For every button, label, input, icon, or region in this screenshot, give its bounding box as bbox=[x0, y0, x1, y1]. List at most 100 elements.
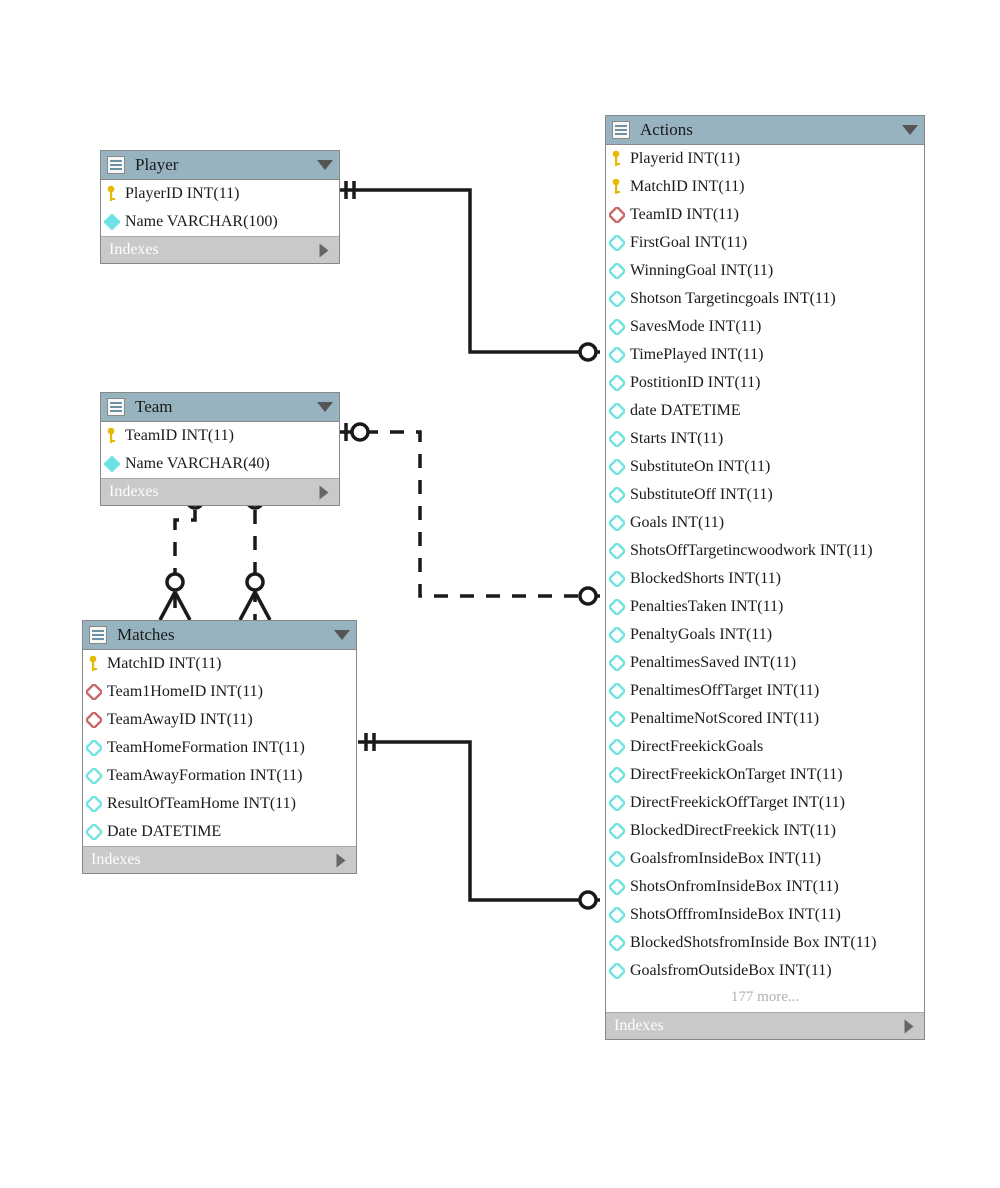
column-label: SubstituteOff INT(11) bbox=[630, 483, 773, 507]
column-row[interactable]: ResultOfTeamHome INT(11) bbox=[83, 790, 356, 818]
column-row[interactable]: Team1HomeID INT(11) bbox=[83, 678, 356, 706]
column-row[interactable]: FirstGoal INT(11) bbox=[606, 229, 924, 257]
chevron-down-icon[interactable] bbox=[317, 160, 333, 170]
column-row[interactable]: date DATETIME bbox=[606, 397, 924, 425]
chevron-down-icon[interactable] bbox=[334, 630, 350, 640]
column-row[interactable]: ShotsOffTargetincwoodwork INT(11) bbox=[606, 537, 924, 565]
column-row[interactable]: PenaltimeNotScored INT(11) bbox=[606, 705, 924, 733]
column-row[interactable]: BlockedShotsfromInside Box INT(11) bbox=[606, 929, 924, 957]
chevron-right-icon[interactable] bbox=[337, 853, 346, 867]
diamond-icon bbox=[608, 598, 626, 616]
diamond-icon bbox=[85, 711, 103, 729]
column-row[interactable]: BlockedShorts INT(11) bbox=[606, 565, 924, 593]
column-row[interactable]: PostitionID INT(11) bbox=[606, 369, 924, 397]
table-header[interactable]: Matches bbox=[83, 621, 356, 650]
column-label: PenaltiesTaken INT(11) bbox=[630, 595, 783, 619]
column-label: Name VARCHAR(40) bbox=[125, 452, 270, 476]
column-label: DirectFreekickOffTarget INT(11) bbox=[630, 791, 845, 815]
column-row[interactable]: BlockedDirectFreekick INT(11) bbox=[606, 817, 924, 845]
table-header[interactable]: Player bbox=[101, 151, 339, 180]
indexes-label: Indexes bbox=[109, 241, 159, 259]
column-label: TeamAwayFormation INT(11) bbox=[107, 764, 302, 788]
chevron-down-icon[interactable] bbox=[902, 125, 918, 135]
column-row[interactable]: PenaltimesSaved INT(11) bbox=[606, 649, 924, 677]
column-row[interactable]: DirectFreekickOffTarget INT(11) bbox=[606, 789, 924, 817]
diamond-icon bbox=[608, 794, 626, 812]
more-indicator: 177 more... bbox=[606, 985, 924, 1012]
indexes-section[interactable]: Indexes bbox=[83, 846, 356, 873]
column-label: SubstituteOn INT(11) bbox=[630, 455, 770, 479]
key-icon bbox=[103, 427, 121, 445]
column-row[interactable]: Name VARCHAR(40) bbox=[101, 450, 339, 478]
column-label: PostitionID INT(11) bbox=[630, 371, 761, 395]
column-row[interactable]: Date DATETIME bbox=[83, 818, 356, 846]
column-row[interactable]: TeamHomeFormation INT(11) bbox=[83, 734, 356, 762]
column-row[interactable]: TeamAwayID INT(11) bbox=[83, 706, 356, 734]
table-header[interactable]: Team bbox=[101, 393, 339, 422]
diamond-icon bbox=[608, 710, 626, 728]
indexes-label: Indexes bbox=[614, 1017, 664, 1035]
diamond-icon bbox=[608, 962, 626, 980]
diamond-icon bbox=[608, 514, 626, 532]
diamond-icon bbox=[608, 654, 626, 672]
column-label: PlayerID INT(11) bbox=[125, 182, 239, 206]
column-row[interactable]: DirectFreekickOnTarget INT(11) bbox=[606, 761, 924, 789]
column-label: MatchID INT(11) bbox=[107, 652, 221, 676]
column-label: TeamHomeFormation INT(11) bbox=[107, 736, 305, 760]
chevron-right-icon[interactable] bbox=[905, 1019, 914, 1033]
column-row[interactable]: TeamID INT(11) bbox=[606, 201, 924, 229]
column-row[interactable]: TeamAwayFormation INT(11) bbox=[83, 762, 356, 790]
column-row[interactable]: MatchID INT(11) bbox=[83, 650, 356, 678]
column-row[interactable]: ShotsOnfromInsideBox INT(11) bbox=[606, 873, 924, 901]
chevron-right-icon[interactable] bbox=[320, 243, 329, 257]
table-title: Player bbox=[131, 155, 178, 175]
diamond-icon bbox=[608, 374, 626, 392]
diamond-icon bbox=[85, 767, 103, 785]
diamond-icon bbox=[608, 626, 626, 644]
column-label: ShotsOffTargetincwoodwork INT(11) bbox=[630, 539, 873, 563]
table-icon bbox=[107, 156, 125, 174]
column-row[interactable]: PenaltimesOffTarget INT(11) bbox=[606, 677, 924, 705]
column-row[interactable]: MatchID INT(11) bbox=[606, 173, 924, 201]
column-row[interactable]: PenaltiesTaken INT(11) bbox=[606, 593, 924, 621]
column-row[interactable]: WinningGoal INT(11) bbox=[606, 257, 924, 285]
column-row[interactable]: Shotson Targetincgoals INT(11) bbox=[606, 285, 924, 313]
column-row[interactable]: SubstituteOn INT(11) bbox=[606, 453, 924, 481]
column-label: Team1HomeID INT(11) bbox=[107, 680, 263, 704]
column-row[interactable]: GoalsfromOutsideBox INT(11) bbox=[606, 957, 924, 985]
column-label: TeamID INT(11) bbox=[125, 424, 234, 448]
column-label: ShotsOfffromInsideBox INT(11) bbox=[630, 903, 841, 927]
column-row[interactable]: ShotsOfffromInsideBox INT(11) bbox=[606, 901, 924, 929]
table-actions[interactable]: Actions Playerid INT(11)MatchID INT(11)Te… bbox=[605, 115, 925, 1040]
column-row[interactable]: PlayerID INT(11) bbox=[101, 180, 339, 208]
column-row[interactable]: Name VARCHAR(100) bbox=[101, 208, 339, 236]
column-row[interactable]: GoalsfromInsideBox INT(11) bbox=[606, 845, 924, 873]
column-row[interactable]: SubstituteOff INT(11) bbox=[606, 481, 924, 509]
column-row[interactable]: Goals INT(11) bbox=[606, 509, 924, 537]
diamond-icon bbox=[85, 739, 103, 757]
diamond-icon bbox=[608, 738, 626, 756]
column-row[interactable]: PenaltyGoals INT(11) bbox=[606, 621, 924, 649]
column-label: TimePlayed INT(11) bbox=[630, 343, 763, 367]
indexes-section[interactable]: Indexes bbox=[101, 478, 339, 505]
diamond-icon bbox=[608, 766, 626, 784]
table-player[interactable]: Player PlayerID INT(11)Name VARCHAR(100) I… bbox=[100, 150, 340, 264]
column-row[interactable]: TeamID INT(11) bbox=[101, 422, 339, 450]
column-row[interactable]: SavesMode INT(11) bbox=[606, 313, 924, 341]
diamond-icon bbox=[608, 682, 626, 700]
indexes-section[interactable]: Indexes bbox=[101, 236, 339, 263]
table-title: Actions bbox=[636, 120, 693, 140]
chevron-down-icon[interactable] bbox=[317, 402, 333, 412]
table-header[interactable]: Actions bbox=[606, 116, 924, 145]
column-label: Date DATETIME bbox=[107, 820, 221, 844]
chevron-right-icon[interactable] bbox=[320, 485, 329, 499]
column-row[interactable]: Playerid INT(11) bbox=[606, 145, 924, 173]
indexes-section[interactable]: Indexes bbox=[606, 1012, 924, 1039]
column-row[interactable]: Starts INT(11) bbox=[606, 425, 924, 453]
table-matches[interactable]: MatchesMatchID INT(11) Team1HomeID INT(11… bbox=[82, 620, 357, 874]
column-row[interactable]: DirectFreekickGoals bbox=[606, 733, 924, 761]
column-label: PenaltimeNotScored INT(11) bbox=[630, 707, 819, 731]
table-team[interactable]: TeamTeamID INT(11) Name VARCHAR(40)Indexe… bbox=[100, 392, 340, 506]
column-row[interactable]: TimePlayed INT(11) bbox=[606, 341, 924, 369]
column-label: PenaltimesSaved INT(11) bbox=[630, 651, 796, 675]
